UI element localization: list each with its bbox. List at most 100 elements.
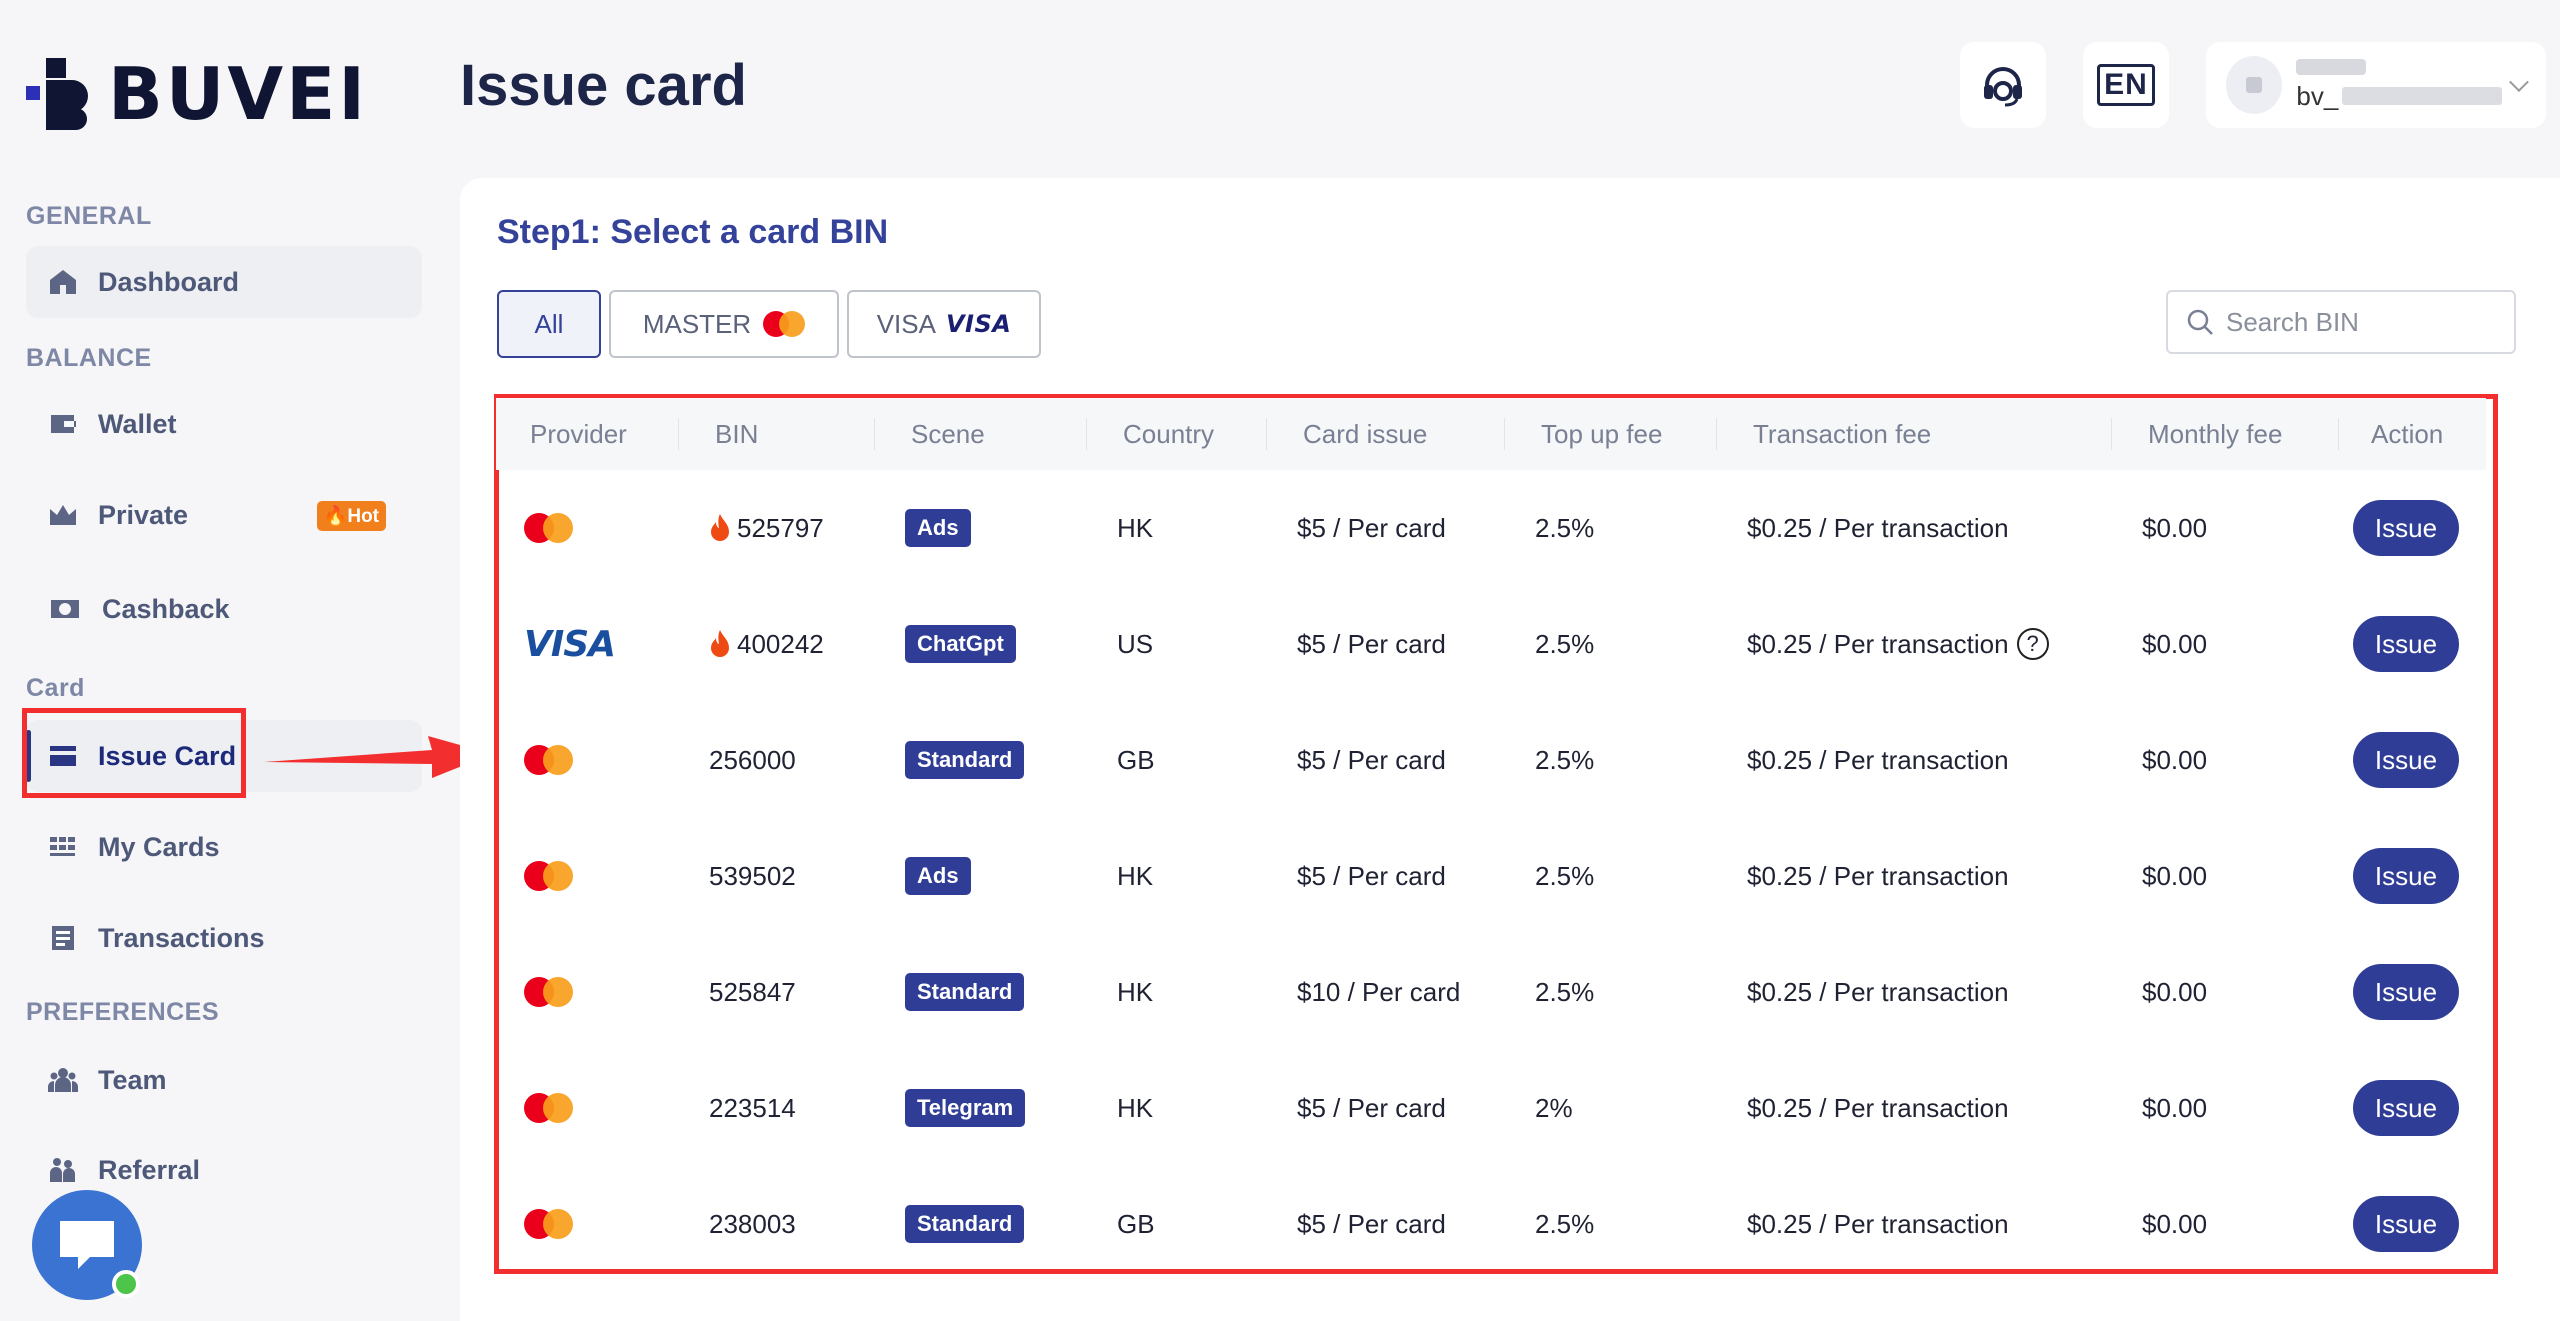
scene-tag: ChatGpt bbox=[905, 625, 1016, 663]
brand-logo: BUVEI bbox=[26, 58, 368, 130]
section-card: Card bbox=[26, 674, 85, 702]
cell-top-up-fee: 2.5% bbox=[1535, 1208, 1595, 1239]
sidebar-item-label: Dashboard bbox=[98, 266, 240, 297]
search-icon bbox=[2187, 309, 2213, 335]
cell-transaction-fee: $0.25 / Per transaction bbox=[1747, 512, 2009, 543]
col-country: Country bbox=[1087, 398, 1267, 470]
user-id-prefix: bv_ bbox=[2296, 80, 2339, 111]
cell-bin: 238003 bbox=[709, 1208, 796, 1239]
cell-bin: 400242 bbox=[679, 629, 875, 660]
cell-country: HK bbox=[1117, 512, 1154, 543]
table-row: 238003 Standard GB $5 / Per card 2.5% $0.25 /… bbox=[496, 1166, 2486, 1282]
table-header: Provider BIN Scene Country Card issue To… bbox=[496, 398, 2486, 470]
mastercard-icon bbox=[524, 513, 573, 543]
cell-scene: Ads bbox=[875, 509, 1087, 547]
mastercard-icon bbox=[763, 311, 806, 337]
provider-filters: All MASTER VISA VISA bbox=[497, 290, 1041, 358]
section-preferences: PREFERENCES bbox=[26, 998, 220, 1026]
sidebar-item-private[interactable]: Private 🔥Hot bbox=[26, 479, 422, 551]
mastercard-icon bbox=[524, 745, 573, 775]
issue-button[interactable]: Issue bbox=[2353, 848, 2459, 904]
cell-transaction-fee: $0.25 / Per transaction bbox=[1747, 860, 2009, 891]
issue-button[interactable]: Issue bbox=[2353, 616, 2459, 672]
table-body: 525797 Ads HK $5 / Per card 2.5% $0.25 / Per … bbox=[496, 470, 2486, 1282]
headset-icon bbox=[1984, 67, 2022, 107]
main-panel: Step1: Select a card BIN All MASTER VISA… bbox=[460, 178, 2560, 1321]
cell-card-issue: $5 / Per card bbox=[1297, 1208, 1446, 1239]
chat-icon bbox=[60, 1221, 114, 1269]
cell-provider bbox=[496, 1209, 679, 1239]
fire-icon bbox=[711, 514, 729, 541]
sidebar-item-dashboard[interactable]: Dashboard bbox=[26, 246, 422, 318]
cell-monthly-fee: $0.00 bbox=[2142, 1092, 2208, 1123]
search-input[interactable] bbox=[2226, 306, 2486, 338]
cell-provider bbox=[496, 977, 679, 1007]
sidebar-item-transactions[interactable]: Transactions bbox=[26, 902, 422, 974]
col-monthly-fee: Monthly fee bbox=[2112, 398, 2339, 470]
cell-country: GB bbox=[1117, 1208, 1155, 1239]
issue-button[interactable]: Issue bbox=[2353, 964, 2459, 1020]
sidebar-item-label: Transactions bbox=[98, 922, 265, 953]
bin-table: Provider BIN Scene Country Card issue To… bbox=[496, 398, 2486, 1282]
support-button[interactable] bbox=[1960, 42, 2046, 128]
page-title: Issue card bbox=[460, 53, 747, 118]
filter-master-button[interactable]: MASTER bbox=[609, 290, 839, 358]
sidebar-item-my-cards[interactable]: My Cards bbox=[26, 811, 422, 883]
col-bin: BIN bbox=[679, 398, 875, 470]
cell-bin: 539502 bbox=[709, 860, 796, 891]
help-icon[interactable]: ? bbox=[2016, 628, 2049, 660]
filter-all-button[interactable]: All bbox=[497, 290, 601, 358]
cell-bin: 223514 bbox=[709, 1092, 796, 1123]
avatar bbox=[2226, 56, 2283, 114]
step-title: Step1: Select a card BIN bbox=[497, 213, 889, 251]
col-provider: Provider bbox=[496, 398, 679, 470]
cell-bin: 525847 bbox=[709, 976, 796, 1007]
mastercard-icon bbox=[524, 977, 573, 1007]
col-top-up-fee: Top up fee bbox=[1505, 398, 1717, 470]
chat-button[interactable] bbox=[32, 1190, 142, 1300]
search-bin bbox=[2166, 290, 2516, 354]
cell-action: Issue bbox=[2339, 1196, 2486, 1252]
cell-country: HK bbox=[1117, 1092, 1154, 1123]
cell-action: Issue bbox=[2339, 964, 2486, 1020]
user-name-redacted bbox=[2296, 58, 2367, 75]
cell-action: Issue bbox=[2339, 732, 2486, 788]
issue-button[interactable]: Issue bbox=[2353, 1080, 2459, 1136]
hot-badge: 🔥Hot bbox=[316, 501, 386, 531]
cell-card-issue: $5 / Per card bbox=[1297, 744, 1446, 775]
cell-scene: Standard bbox=[875, 741, 1087, 779]
grid-icon bbox=[50, 837, 75, 856]
section-balance: BALANCE bbox=[26, 344, 152, 372]
sidebar-item-wallet[interactable]: Wallet bbox=[26, 388, 422, 460]
cell-monthly-fee: $0.00 bbox=[2142, 860, 2208, 891]
user-menu[interactable]: bv_ bbox=[2206, 42, 2546, 128]
cell-card-issue: $10 / Per card bbox=[1297, 976, 1461, 1007]
language-button[interactable]: EN bbox=[2083, 42, 2169, 128]
cell-country: HK bbox=[1117, 976, 1154, 1007]
cell-monthly-fee: $0.00 bbox=[2142, 976, 2208, 1007]
cell-scene: Telegram bbox=[875, 1089, 1087, 1127]
logo-mark-icon bbox=[26, 58, 88, 130]
sidebar-item-cashback[interactable]: Cashback bbox=[26, 573, 422, 645]
issue-button[interactable]: Issue bbox=[2353, 500, 2459, 556]
highlight-box-issue-card bbox=[22, 708, 246, 798]
cell-country: GB bbox=[1117, 744, 1155, 775]
filter-visa-button[interactable]: VISA VISA bbox=[847, 290, 1041, 358]
cell-monthly-fee: $0.00 bbox=[2142, 744, 2208, 775]
cell-monthly-fee: $0.00 bbox=[2142, 512, 2208, 543]
sidebar-item-team[interactable]: Team bbox=[26, 1044, 422, 1116]
table-row: 223514 Telegram HK $5 / Per card 2% $0.25 / P… bbox=[496, 1050, 2486, 1166]
scene-tag: Telegram bbox=[905, 1089, 1026, 1127]
issue-button[interactable]: Issue bbox=[2353, 732, 2459, 788]
table-row: 525847 Standard HK $10 / Per card 2.5% $0.25 … bbox=[496, 934, 2486, 1050]
mastercard-icon bbox=[524, 1093, 573, 1123]
issue-button[interactable]: Issue bbox=[2353, 1196, 2459, 1252]
receipt-icon bbox=[52, 926, 74, 950]
cell-top-up-fee: 2.5% bbox=[1535, 744, 1595, 775]
logo-text: BUVEI bbox=[108, 52, 369, 136]
cell-monthly-fee: $0.00 bbox=[2142, 1208, 2208, 1239]
cell-scene: Standard bbox=[875, 973, 1087, 1011]
cell-bin: 256000 bbox=[709, 744, 796, 775]
cell-action: Issue bbox=[2339, 616, 2486, 672]
scene-tag: Ads bbox=[905, 509, 971, 547]
